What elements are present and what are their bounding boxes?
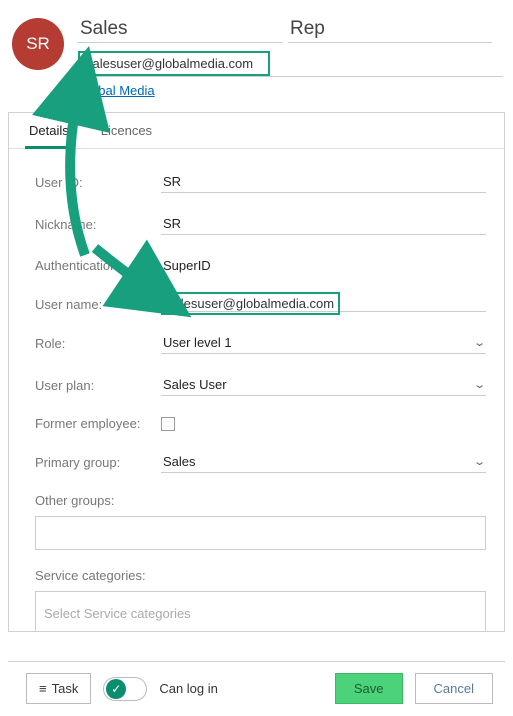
header-email-highlight: salesuser@globalmedia.com (78, 51, 270, 76)
first-name-input[interactable] (78, 18, 282, 43)
footer-bar: ≡ Task ✓ Can log in Save Cancel (8, 661, 505, 704)
chevron-down-icon: ⌄ (473, 455, 486, 468)
user-id-label: User ID: (35, 175, 161, 190)
former-employee-label: Former employee: (35, 416, 161, 431)
userplan-label: User plan: (35, 378, 161, 393)
tab-licences[interactable]: Licences (97, 113, 156, 149)
can-log-in-toggle[interactable]: ✓ (103, 677, 147, 701)
nickname-input[interactable] (161, 213, 486, 235)
save-button[interactable]: Save (335, 673, 403, 704)
can-log-in-label: Can log in (159, 681, 218, 696)
company-link[interactable]: Global Media (78, 83, 155, 98)
chevron-down-icon: ⌄ (473, 336, 486, 349)
cancel-button[interactable]: Cancel (415, 673, 493, 704)
role-label: Role: (35, 336, 161, 351)
former-employee-checkbox[interactable] (161, 417, 175, 431)
username-label: User name: (35, 297, 161, 312)
userplan-select[interactable]: Sales User ⌄ (161, 374, 486, 396)
chevron-down-icon: ⌄ (473, 378, 486, 391)
userplan-value: Sales User (163, 377, 227, 392)
menu-icon: ≡ (39, 681, 47, 696)
task-label: Task (52, 681, 79, 696)
details-scroll[interactable]: User ID: Nickname: Authentication: Super… (9, 149, 504, 631)
othergroups-label: Other groups: (35, 493, 486, 508)
primarygroup-value: Sales (163, 454, 196, 469)
details-panel: Details Licences User ID: Nickname: Auth… (8, 112, 505, 632)
authentication-label: Authentication: (35, 258, 161, 273)
user-id-input[interactable] (161, 171, 486, 193)
authentication-value: SuperID (161, 255, 486, 276)
servicecat-label: Service categories: (35, 568, 486, 583)
tab-details[interactable]: Details (25, 113, 73, 149)
last-name-input[interactable] (288, 18, 492, 43)
othergroups-multiselect[interactable] (35, 516, 486, 550)
nickname-label: Nickname: (35, 217, 161, 232)
role-select[interactable]: User level 1 ⌄ (161, 332, 486, 354)
primarygroup-select[interactable]: Sales ⌄ (161, 451, 486, 473)
check-icon: ✓ (106, 679, 126, 699)
servicecat-multiselect[interactable]: Select Service categories (35, 591, 486, 631)
primarygroup-label: Primary group: (35, 455, 161, 470)
username-highlight: salesuser@globalmedia.com (161, 292, 340, 315)
role-value: User level 1 (163, 335, 232, 350)
avatar: SR (12, 18, 64, 70)
task-button[interactable]: ≡ Task (26, 673, 91, 704)
